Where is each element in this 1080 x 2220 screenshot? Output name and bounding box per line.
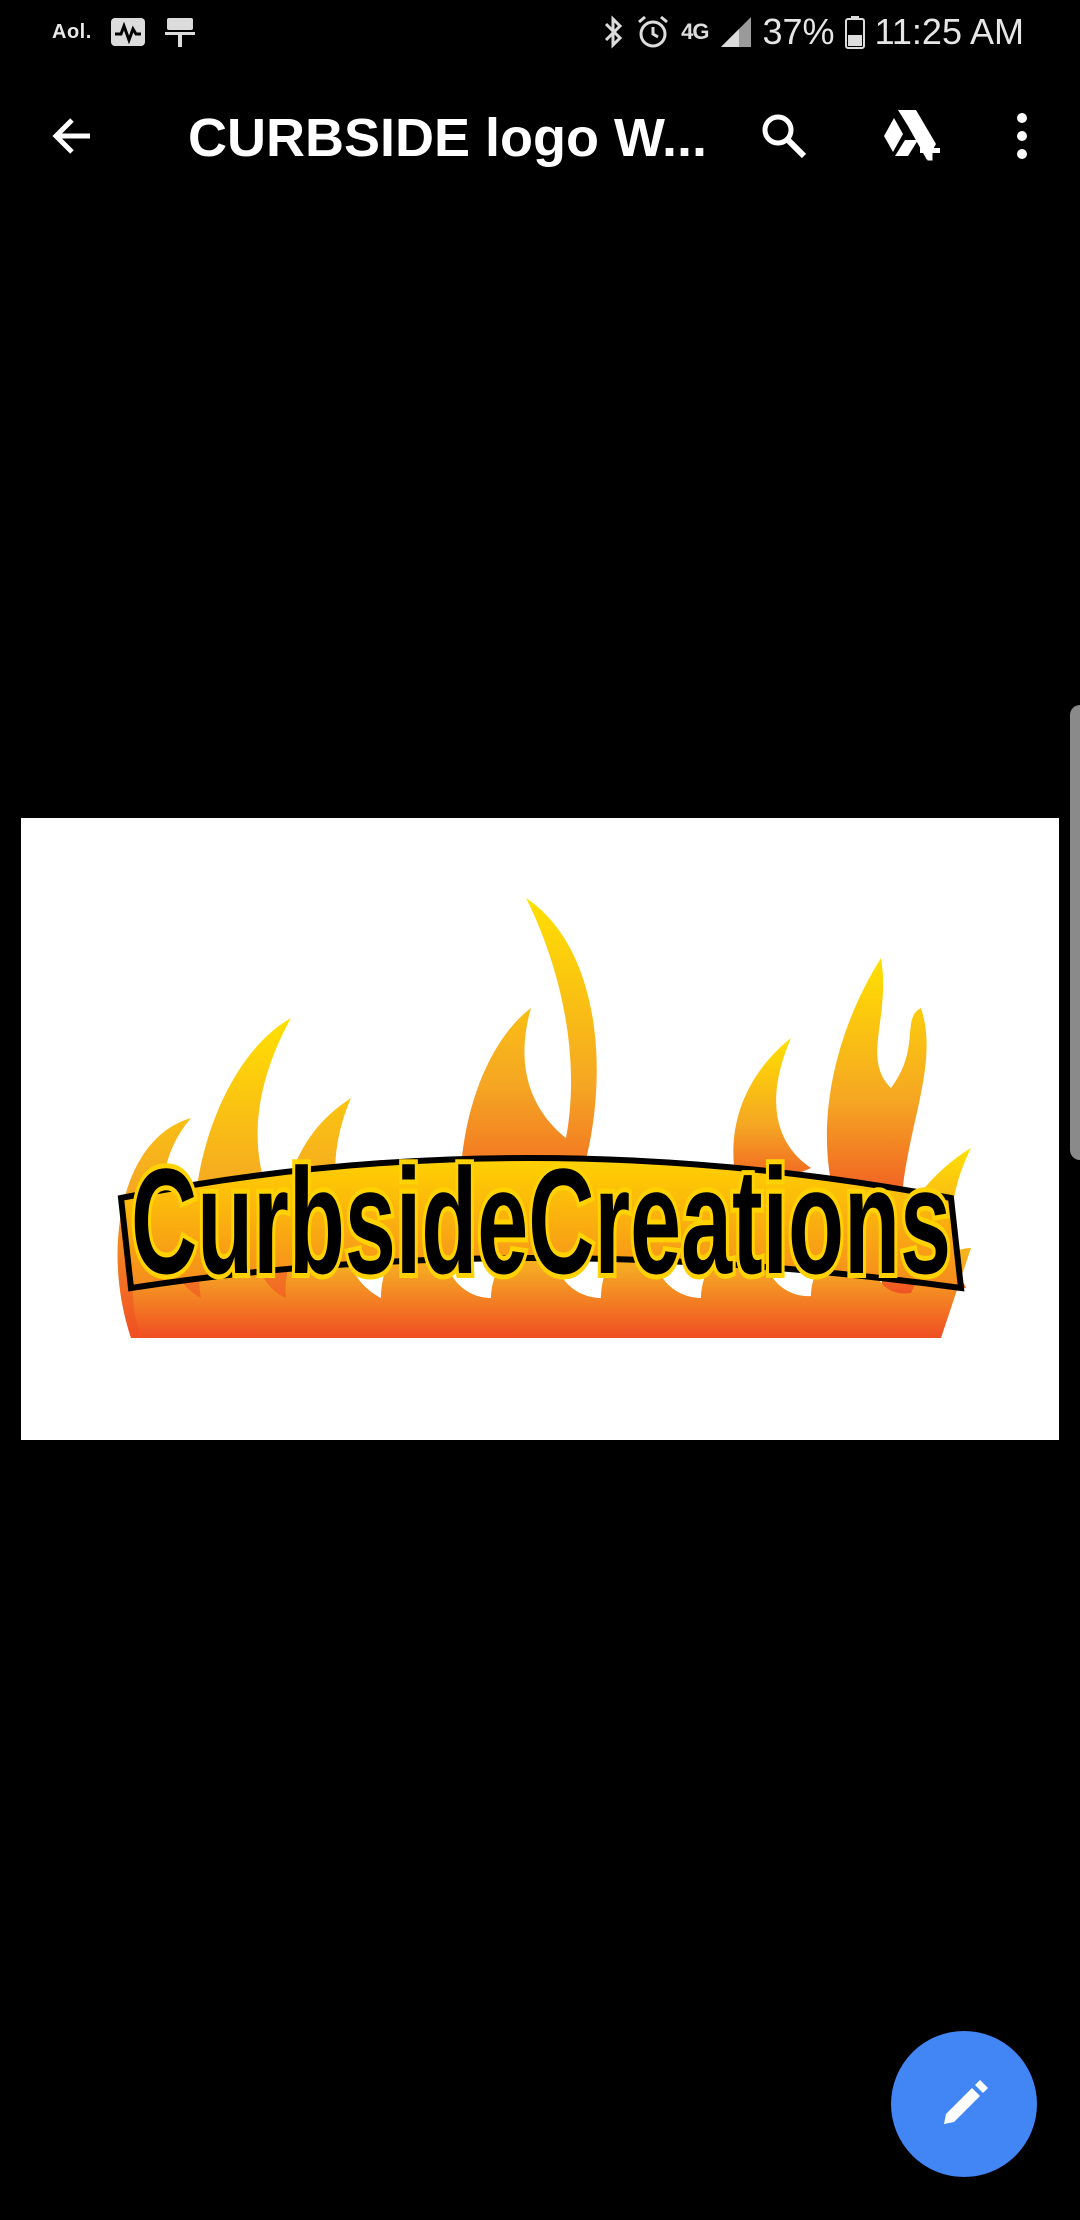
battery-percent: 37% xyxy=(762,11,835,52)
search-icon xyxy=(762,114,807,159)
back-button[interactable] xyxy=(40,104,104,168)
image-viewer[interactable]: CurbsideCreations xyxy=(0,210,1080,2220)
alarm-icon xyxy=(638,15,669,48)
bluetooth-icon xyxy=(605,15,623,49)
add-to-drive-button[interactable] xyxy=(874,100,946,172)
edit-fab-button[interactable] xyxy=(891,2031,1037,2177)
add-to-drive-icon xyxy=(884,110,940,161)
page-title: CURBSIDE logo W... xyxy=(188,108,707,168)
network-type-label: 4G xyxy=(681,19,709,44)
status-bar: Aol. 4G 37% 11:25 AM xyxy=(0,0,1080,64)
notification-icons: Aol. xyxy=(52,14,196,50)
search-button[interactable] xyxy=(748,100,820,172)
aol-icon: Aol. xyxy=(52,20,92,43)
keyboard-icon xyxy=(164,18,195,47)
more-options-button[interactable] xyxy=(986,100,1058,172)
battery-icon xyxy=(844,16,865,49)
activity-icon xyxy=(110,18,145,46)
scrollbar-handle[interactable] xyxy=(1070,705,1080,1160)
signal-icon xyxy=(720,17,751,47)
arrow-back-icon xyxy=(52,118,90,154)
logo-image: CurbsideCreations xyxy=(21,818,1059,1440)
logo-text: CurbsideCreations xyxy=(131,1137,951,1305)
system-icons: 4G 37% 11:25 AM xyxy=(603,8,1024,56)
more-vert-icon xyxy=(1017,113,1027,159)
curbside-creations-logo: CurbsideCreations xyxy=(117,898,971,1338)
edit-icon xyxy=(944,2080,988,2124)
clock: 11:25 AM xyxy=(874,11,1024,52)
app-bar: CURBSIDE logo W... xyxy=(0,64,1080,210)
